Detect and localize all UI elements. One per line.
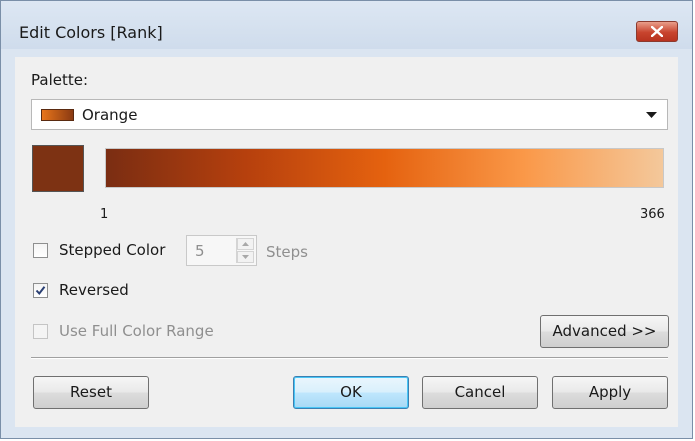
ok-button[interactable]: OK [293,376,409,409]
close-x-icon [651,26,663,37]
reversed-checkbox[interactable] [33,283,48,298]
orange-palette-swatch-icon [41,109,74,121]
divider [31,357,668,359]
arrow-down-icon [242,255,249,259]
cancel-button[interactable]: Cancel [422,376,538,409]
close-button[interactable] [636,21,678,42]
reversed-label: Reversed [59,281,129,299]
title-bar[interactable]: Edit Colors [Rank] [1,1,692,49]
apply-button[interactable]: Apply [552,376,668,409]
chevron-down-icon [646,112,657,118]
palette-label: Palette: [31,71,89,89]
stepped-color-label: Stepped Color [59,241,166,259]
arrow-up-icon [242,242,249,246]
full-color-range-label: Use Full Color Range [59,322,214,340]
steps-label: Steps [266,243,308,261]
dialog-body: Palette: Orange 1 366 Stepped Color 5 St… [15,57,678,427]
selected-color-swatch[interactable] [32,145,84,192]
color-gradient-bar [105,148,664,188]
stepped-color-checkbox[interactable] [33,243,48,258]
steps-increment-button[interactable] [237,238,254,250]
steps-decrement-button[interactable] [237,251,254,263]
advanced-button[interactable]: Advanced >> [540,315,669,348]
range-max-label: 366 [640,207,665,222]
reset-button[interactable]: Reset [33,376,149,409]
full-color-range-checkbox[interactable] [33,324,48,339]
range-min-label: 1 [100,207,109,222]
steps-spin-buttons [236,238,254,263]
steps-value: 5 [195,242,205,260]
edit-colors-dialog: Edit Colors [Rank] Palette: Orange 1 366… [0,0,693,439]
dialog-title: Edit Colors [Rank] [19,23,163,42]
palette-dropdown[interactable]: Orange [31,99,668,130]
checkmark-icon [35,286,46,296]
palette-selected-value: Orange [82,106,138,124]
steps-stepper[interactable]: 5 [186,235,257,266]
